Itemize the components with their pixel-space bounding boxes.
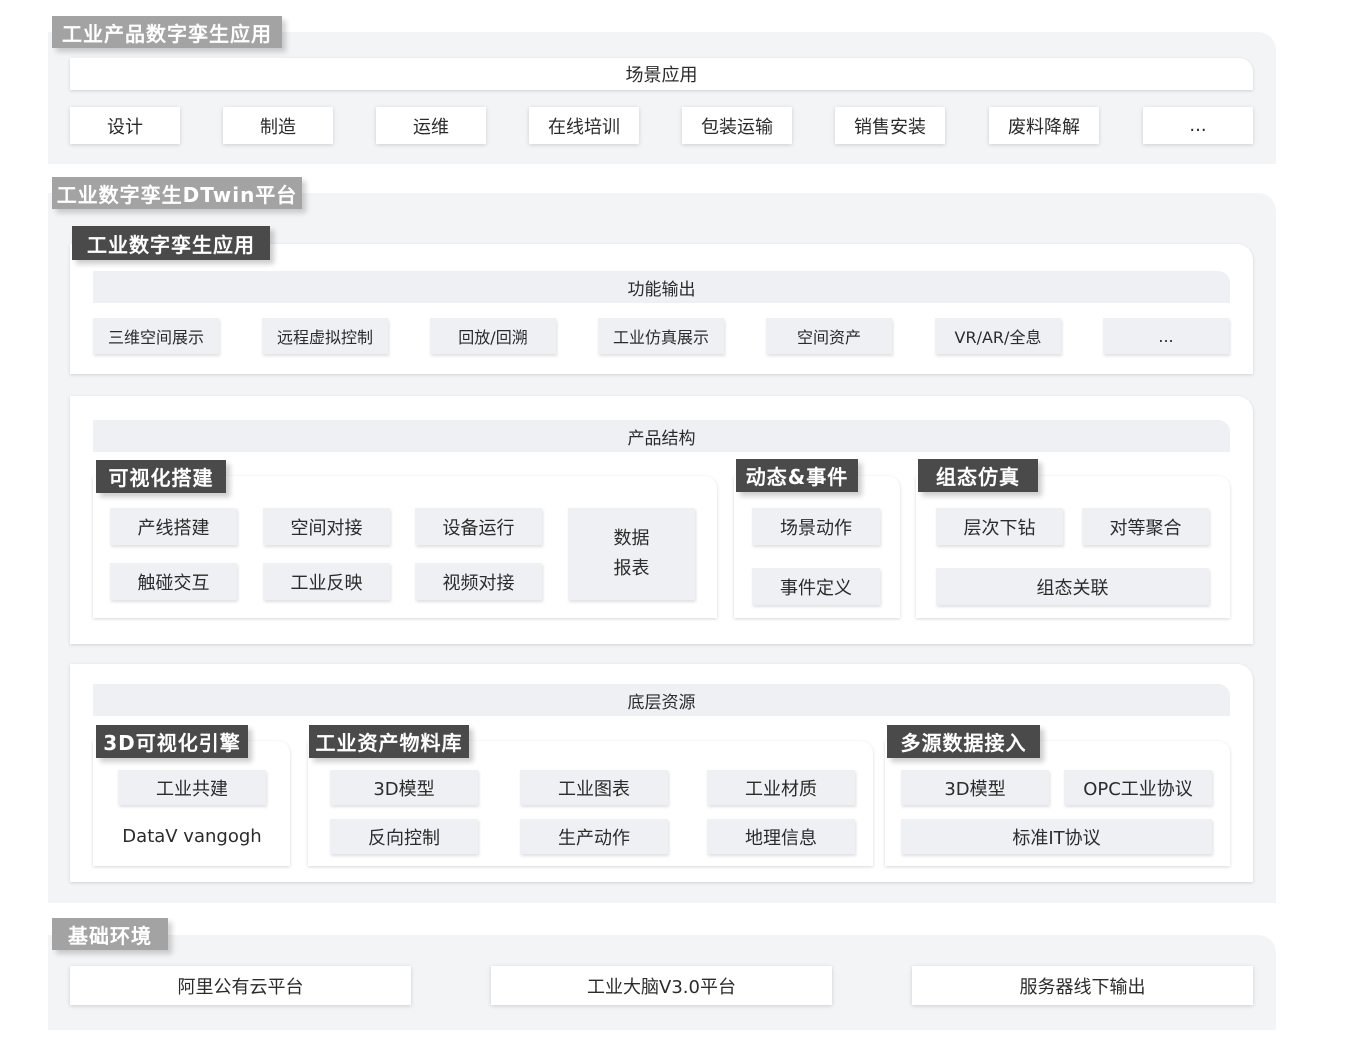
scene-item-recycle: 废料降解 bbox=[989, 107, 1099, 144]
vis-item-touch: 触碰交互 bbox=[110, 563, 237, 600]
scene-item-design: 设计 bbox=[70, 107, 180, 144]
base-resources-bar: 底层资源 bbox=[93, 684, 1230, 716]
vis-item-reflect: 工业反映 bbox=[263, 563, 390, 600]
multi-item-3d-model: 3D模型 bbox=[901, 770, 1049, 805]
multi-item-opc: OPC工业协议 bbox=[1064, 770, 1212, 805]
lib-item-chart: 工业图表 bbox=[520, 770, 668, 805]
product-app-section bbox=[48, 32, 1276, 164]
scene-item-manufacture: 制造 bbox=[223, 107, 333, 144]
vis-item-line-build: 产线搭建 bbox=[110, 508, 237, 545]
sim-item-drill-down: 层次下钻 bbox=[936, 508, 1063, 545]
engine-title: 3D可视化引擎 bbox=[96, 725, 248, 758]
func-item-vr-ar: VR/AR/全息 bbox=[935, 318, 1061, 354]
func-item-3d-space: 三维空间展示 bbox=[93, 318, 219, 354]
lib-item-reverse-control: 反向控制 bbox=[330, 819, 478, 854]
asset-lib-title: 工业资产物料库 bbox=[309, 725, 469, 758]
env-item-industrial-brain: 工业大脑V3.0平台 bbox=[491, 966, 832, 1005]
dyn-item-event-define: 事件定义 bbox=[752, 568, 880, 605]
scene-item-packaging: 包装运输 bbox=[682, 107, 792, 144]
config-sim-title: 组态仿真 bbox=[918, 459, 1038, 492]
lib-item-material: 工业材质 bbox=[707, 770, 855, 805]
base-env-title: 基础环境 bbox=[52, 918, 168, 950]
data-report-line1: 数据 bbox=[613, 528, 650, 549]
func-item-simulation: 工业仿真展示 bbox=[598, 318, 724, 354]
vis-item-data-report: 数据 报表 bbox=[568, 508, 695, 600]
engine-item-co-build: 工业共建 bbox=[118, 770, 266, 805]
sim-item-config-link: 组态关联 bbox=[936, 568, 1209, 605]
func-item-space-assets: 空间资产 bbox=[766, 318, 892, 354]
scene-item-more: ... bbox=[1143, 107, 1253, 144]
data-report-line2: 报表 bbox=[613, 558, 650, 579]
vis-item-space-dock: 空间对接 bbox=[263, 508, 390, 545]
env-item-offline-server: 服务器线下输出 bbox=[912, 966, 1253, 1005]
dynamic-event-title: 动态&事件 bbox=[736, 459, 858, 492]
multi-source-title: 多源数据接入 bbox=[887, 725, 1040, 758]
env-item-aliyun: 阿里公有云平台 bbox=[70, 966, 411, 1005]
lib-item-3d-model: 3D模型 bbox=[330, 770, 478, 805]
dtwin-platform-title: 工业数字孪生DTwin平台 bbox=[52, 177, 302, 209]
dyn-item-scene-action: 场景动作 bbox=[752, 508, 880, 545]
vis-item-video-dock: 视频对接 bbox=[415, 563, 542, 600]
lib-item-production-action: 生产动作 bbox=[520, 819, 668, 854]
product-structure-bar: 产品结构 bbox=[93, 420, 1230, 452]
multi-item-it-protocol: 标准IT协议 bbox=[901, 819, 1212, 854]
func-item-remote-control: 远程虚拟控制 bbox=[262, 318, 388, 354]
visual-build-title: 可视化搭建 bbox=[96, 460, 226, 493]
sim-item-peer-aggregate: 对等聚合 bbox=[1082, 508, 1209, 545]
lib-item-geo-info: 地理信息 bbox=[707, 819, 855, 854]
engine-item-datav: DataV vangogh bbox=[113, 819, 271, 854]
scene-item-ops: 运维 bbox=[376, 107, 486, 144]
scene-item-training: 在线培训 bbox=[529, 107, 639, 144]
vis-item-device-run: 设备运行 bbox=[415, 508, 542, 545]
func-item-playback: 回放/回溯 bbox=[430, 318, 556, 354]
digital-twin-app-title: 工业数字孪生应用 bbox=[72, 226, 270, 260]
scene-item-sales: 销售安装 bbox=[835, 107, 945, 144]
function-panel bbox=[70, 244, 1253, 374]
product-app-title: 工业产品数字孪生应用 bbox=[52, 16, 282, 48]
function-output-bar: 功能输出 bbox=[93, 271, 1230, 303]
scene-app-bar: 场景应用 bbox=[70, 58, 1253, 90]
func-item-more: ... bbox=[1103, 318, 1229, 354]
